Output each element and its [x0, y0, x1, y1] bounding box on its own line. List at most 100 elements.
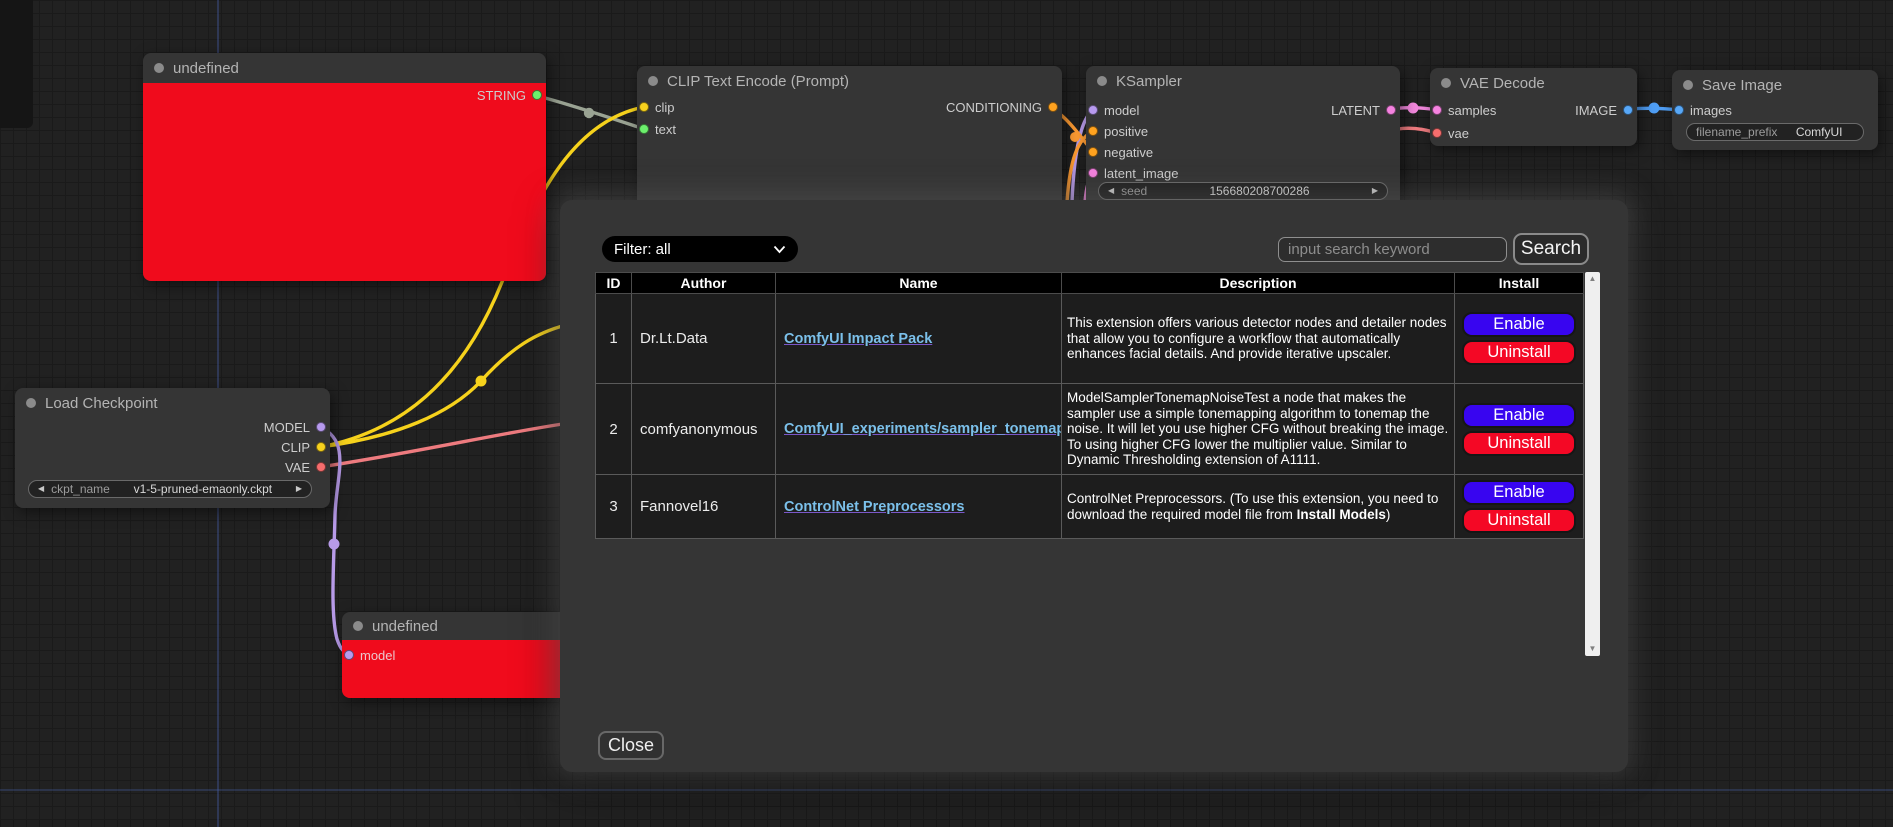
collapse-dot-icon[interactable]	[648, 76, 658, 86]
arrow-right-icon[interactable]: ▶	[1372, 187, 1378, 195]
slot-dot-latent-image[interactable]	[1088, 168, 1098, 178]
table-row: 2 comfyanonymous ComfyUI_experiments/sam…	[596, 384, 1584, 475]
collapse-dot-icon[interactable]	[26, 398, 36, 408]
slot-dot-positive[interactable]	[1088, 126, 1098, 136]
input-slot-model[interactable]: model	[1088, 103, 1139, 117]
cell-description: ModelSamplerTonemapNoiseTest a node that…	[1062, 384, 1455, 475]
search-input[interactable]	[1278, 237, 1507, 262]
enable-button[interactable]: Enable	[1462, 480, 1576, 505]
header-id: ID	[596, 273, 632, 294]
node-title-bar[interactable]: Save Image	[1672, 70, 1878, 100]
node-title-bar[interactable]: Load Checkpoint	[15, 388, 330, 418]
table-scrollbar[interactable]: ▲ ▼	[1585, 272, 1600, 656]
enable-button[interactable]: Enable	[1462, 312, 1576, 337]
collapse-dot-icon[interactable]	[1683, 80, 1693, 90]
collapse-dot-icon[interactable]	[1097, 76, 1107, 86]
node-title: KSampler	[1116, 73, 1182, 90]
cell-description: This extension offers various detector n…	[1062, 294, 1455, 384]
enable-button[interactable]: Enable	[1462, 403, 1576, 428]
arrow-right-icon[interactable]: ▶	[296, 485, 302, 493]
node-save-image[interactable]: Save Image images filename_prefix ComfyU…	[1672, 70, 1878, 150]
header-install: Install	[1455, 273, 1584, 294]
input-slot-latent-image[interactable]: latent_image	[1088, 166, 1178, 180]
wire-dot	[476, 376, 487, 387]
wire-dot	[329, 539, 340, 550]
input-slot-positive[interactable]: positive	[1088, 124, 1148, 138]
input-slot-clip[interactable]: clip	[639, 100, 675, 114]
slot-dot-string[interactable]	[532, 90, 542, 100]
cell-id: 1	[596, 294, 632, 384]
node-title: undefined	[372, 618, 438, 635]
output-slot-string[interactable]: STRING	[477, 88, 542, 102]
table-header-row: ID Author Name Description Install	[596, 273, 1584, 294]
arrow-left-icon[interactable]: ◀	[38, 485, 44, 493]
output-slot-conditioning[interactable]: CONDITIONING	[946, 100, 1058, 114]
slot-dot-negative[interactable]	[1088, 147, 1098, 157]
uninstall-button[interactable]: Uninstall	[1462, 340, 1576, 365]
collapse-dot-icon[interactable]	[154, 63, 164, 73]
extension-link[interactable]: ControlNet Preprocessors	[784, 499, 965, 515]
seed-widget[interactable]: ◀ seed 156680208700286 ▶	[1098, 182, 1388, 200]
slot-dot-conditioning[interactable]	[1048, 102, 1058, 112]
slot-dot-model[interactable]	[1088, 105, 1098, 115]
slot-dot-model-out[interactable]	[316, 422, 326, 432]
node-title-bar[interactable]: undefined	[143, 53, 546, 83]
chevron-down-icon	[773, 245, 786, 254]
slot-dot-images[interactable]	[1674, 105, 1684, 115]
comfyui-canvas[interactable]: undefined STRING CLIP Text Encode (Promp…	[0, 0, 1893, 827]
extension-link[interactable]: ComfyUI_experiments/sampler_tonemap	[784, 421, 1062, 437]
wire-dot	[1070, 132, 1080, 142]
node-vae-decode[interactable]: VAE Decode samples vae IMAGE	[1430, 68, 1637, 146]
node-title-bar[interactable]: KSampler	[1086, 66, 1400, 96]
output-slot-clip[interactable]: CLIP	[281, 440, 326, 454]
input-slot-negative[interactable]: negative	[1088, 145, 1153, 159]
slot-dot-text[interactable]	[639, 124, 649, 134]
node-title-bar[interactable]: CLIP Text Encode (Prompt)	[637, 66, 1062, 96]
uninstall-button[interactable]: Uninstall	[1462, 508, 1576, 533]
input-slot-text[interactable]: text	[639, 122, 676, 136]
cell-id: 3	[596, 475, 632, 539]
arrow-left-icon[interactable]: ◀	[1108, 187, 1114, 195]
output-slot-latent[interactable]: LATENT	[1331, 103, 1396, 117]
collapse-dot-icon[interactable]	[353, 621, 363, 631]
slot-dot-model[interactable]	[344, 650, 354, 660]
input-slot-vae[interactable]: vae	[1432, 126, 1469, 140]
slot-dot-clip[interactable]	[639, 102, 649, 112]
close-button[interactable]: Close	[598, 731, 664, 760]
ckpt-name-widget[interactable]: ◀ ckpt_name v1-5-pruned-emaonly.ckpt ▶	[28, 480, 312, 498]
collapse-dot-icon[interactable]	[1441, 78, 1451, 88]
output-slot-image[interactable]: IMAGE	[1575, 103, 1633, 117]
filename-prefix-widget[interactable]: filename_prefix ComfyUI	[1686, 123, 1864, 141]
input-slot-images[interactable]: images	[1674, 103, 1732, 117]
header-author: Author	[632, 273, 776, 294]
cell-id: 2	[596, 384, 632, 475]
search-button[interactable]: Search	[1513, 233, 1589, 265]
slot-dot-vae-out[interactable]	[316, 462, 326, 472]
slot-dot-image[interactable]	[1623, 105, 1633, 115]
slot-dot-vae[interactable]	[1432, 128, 1442, 138]
cell-author: Dr.Lt.Data	[632, 294, 776, 384]
extension-link[interactable]: ComfyUI Impact Pack	[784, 331, 932, 347]
wire-dot	[584, 108, 594, 118]
scroll-up-icon[interactable]: ▲	[1585, 275, 1600, 283]
node-title: CLIP Text Encode (Prompt)	[667, 73, 849, 90]
node-title: Load Checkpoint	[45, 395, 158, 412]
extension-manager-dialog: Filter: all Search ID Author Name Descri…	[560, 200, 1628, 772]
scroll-down-icon[interactable]: ▼	[1585, 645, 1600, 653]
uninstall-button[interactable]: Uninstall	[1462, 431, 1576, 456]
node-ksampler[interactable]: KSampler model positive negative latent_…	[1086, 66, 1400, 216]
filter-select[interactable]: Filter: all	[602, 236, 798, 262]
output-slot-model[interactable]: MODEL	[264, 420, 326, 434]
node-title-bar[interactable]: VAE Decode	[1430, 68, 1637, 98]
output-slot-vae[interactable]: VAE	[285, 460, 326, 474]
wire-dot	[1649, 103, 1660, 114]
input-slot-samples[interactable]: samples	[1432, 103, 1496, 117]
input-slot-model[interactable]: model	[344, 648, 395, 662]
node-undefined-top[interactable]: undefined STRING	[143, 53, 546, 281]
table-row: 3 Fannovel16 ControlNet Preprocessors Co…	[596, 475, 1584, 539]
node-load-checkpoint[interactable]: Load Checkpoint MODEL CLIP VAE ◀ ckpt_na…	[15, 388, 330, 508]
wire-dot	[1408, 103, 1419, 114]
slot-dot-samples[interactable]	[1432, 105, 1442, 115]
slot-dot-clip-out[interactable]	[316, 442, 326, 452]
slot-dot-latent[interactable]	[1386, 105, 1396, 115]
